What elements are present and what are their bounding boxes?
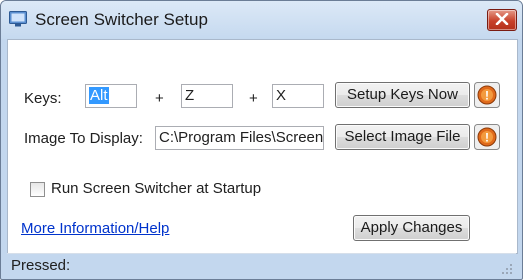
startup-checkbox[interactable]: [30, 182, 45, 197]
apply-changes-button[interactable]: Apply Changes: [353, 215, 470, 241]
image-path-field[interactable]: C:\Program Files\Screen: [155, 126, 324, 150]
key3-field[interactable]: X: [272, 84, 324, 108]
app-window: Screen Switcher Setup Keys: Alt + Z + X …: [0, 0, 523, 280]
keys-label: Keys:: [24, 90, 62, 107]
startup-checkbox-label[interactable]: Run Screen Switcher at Startup: [51, 180, 261, 197]
status-text: Pressed:: [11, 257, 71, 274]
keys-help-icon[interactable]: !: [474, 82, 500, 108]
resize-grip-icon[interactable]: [501, 263, 513, 275]
svg-text:!: !: [485, 131, 489, 145]
close-icon: [495, 13, 509, 25]
help-link[interactable]: More Information/Help: [21, 220, 169, 237]
image-label: Image To Display:: [24, 130, 143, 147]
image-help-icon[interactable]: !: [474, 124, 500, 150]
app-icon: [9, 11, 27, 27]
key1-value: Alt: [89, 87, 109, 104]
key1-field[interactable]: Alt: [85, 84, 137, 108]
window-title: Screen Switcher Setup: [35, 10, 208, 29]
svg-text:!: !: [485, 89, 489, 103]
plus-sign-2: +: [249, 90, 258, 107]
key2-field[interactable]: Z: [181, 84, 233, 108]
setup-keys-button[interactable]: Setup Keys Now: [335, 82, 470, 108]
select-image-button[interactable]: Select Image File: [335, 124, 470, 150]
title-bar[interactable]: Screen Switcher Setup: [1, 1, 522, 39]
status-bar: Pressed:: [7, 253, 516, 278]
plus-sign-1: +: [155, 90, 164, 107]
close-button[interactable]: [487, 9, 517, 31]
client-area: Keys: Alt + Z + X Setup Keys Now ! Image…: [7, 39, 518, 254]
